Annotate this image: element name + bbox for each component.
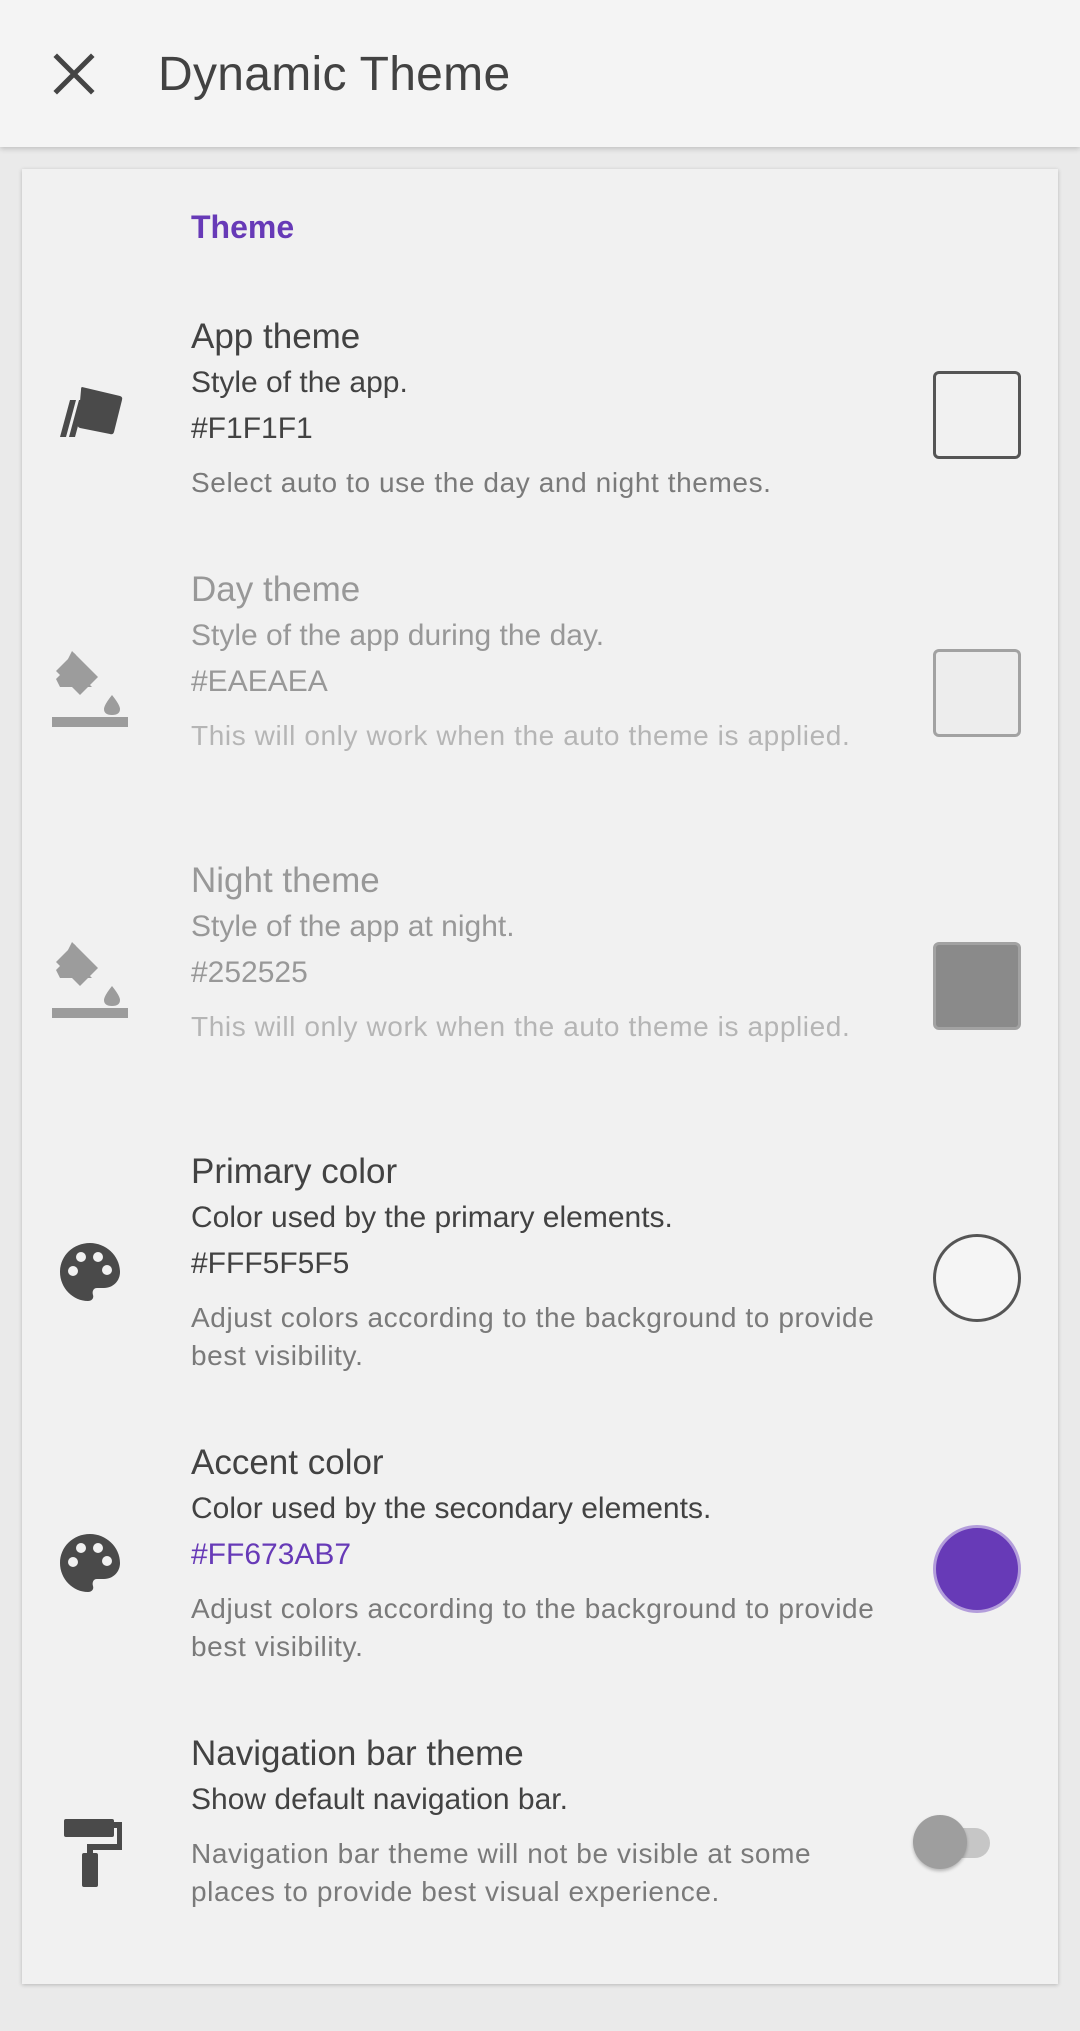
night-theme-title: Night theme bbox=[191, 861, 380, 900]
app-theme-note: Select auto to use the day and night the… bbox=[191, 467, 772, 498]
primary-color-row[interactable]: Primary color Color used by the primary … bbox=[22, 1149, 1058, 1399]
app-bar: Dynamic Theme bbox=[0, 0, 1080, 147]
night-theme-note: This will only work when the auto theme … bbox=[191, 1011, 851, 1042]
palette-icon bbox=[50, 1524, 130, 1604]
close-button[interactable] bbox=[33, 30, 115, 118]
app-theme-value: #F1F1F1 bbox=[191, 412, 313, 445]
navigation-bar-toggle[interactable] bbox=[910, 1813, 1000, 1873]
navigation-bar-theme-title: Navigation bar theme bbox=[191, 1734, 524, 1773]
primary-color-swatch[interactable] bbox=[933, 1234, 1021, 1322]
navigation-bar-theme-row[interactable]: Navigation bar theme Show default naviga… bbox=[22, 1731, 1058, 1981]
paint-bucket-icon bbox=[50, 647, 130, 727]
accent-color-title: Accent color bbox=[191, 1443, 384, 1482]
night-theme-row[interactable]: Night theme Style of the app at night. #… bbox=[22, 858, 1058, 1108]
settings-card: Theme App theme Style of the app. #F1F1F… bbox=[22, 169, 1058, 1984]
day-theme-title: Day theme bbox=[191, 570, 361, 609]
toggle-thumb bbox=[913, 1815, 967, 1869]
day-theme-note: This will only work when the auto theme … bbox=[191, 720, 851, 751]
day-theme-value: #EAEAEA bbox=[191, 665, 328, 698]
primary-color-subtitle: Color used by the primary elements. bbox=[191, 1201, 673, 1234]
paint-bucket-icon bbox=[50, 938, 130, 1018]
day-theme-swatch[interactable] bbox=[933, 649, 1021, 737]
section-title-theme: Theme bbox=[191, 209, 295, 245]
app-theme-row[interactable]: App theme Style of the app. #F1F1F1 Sele… bbox=[22, 314, 1058, 519]
palette-icon bbox=[50, 1233, 130, 1313]
page-title: Dynamic Theme bbox=[158, 48, 511, 101]
primary-color-value: #FFF5F5F5 bbox=[191, 1247, 350, 1280]
app-theme-swatch[interactable] bbox=[933, 371, 1021, 459]
accent-color-note: Adjust colors according to the backgroun… bbox=[191, 1593, 875, 1662]
cards-icon bbox=[50, 374, 130, 454]
primary-color-note: Adjust colors according to the backgroun… bbox=[191, 1302, 875, 1371]
day-theme-row[interactable]: Day theme Style of the app during the da… bbox=[22, 567, 1058, 817]
accent-color-row[interactable]: Accent color Color used by the secondary… bbox=[22, 1440, 1058, 1690]
primary-color-title: Primary color bbox=[191, 1152, 398, 1191]
paint-roller-icon bbox=[50, 1811, 130, 1891]
day-theme-subtitle: Style of the app during the day. bbox=[191, 619, 605, 652]
navigation-bar-theme-subtitle: Show default navigation bar. bbox=[191, 1783, 568, 1816]
night-theme-value: #252525 bbox=[191, 956, 308, 989]
accent-color-swatch[interactable] bbox=[933, 1525, 1021, 1613]
navigation-bar-theme-note: Navigation bar theme will not be visible… bbox=[191, 1838, 812, 1907]
night-theme-swatch[interactable] bbox=[933, 942, 1021, 1030]
accent-color-value: #FF673AB7 bbox=[191, 1538, 352, 1571]
app-theme-subtitle: Style of the app. bbox=[191, 366, 408, 399]
accent-color-subtitle: Color used by the secondary elements. bbox=[191, 1492, 712, 1525]
close-icon bbox=[53, 53, 95, 95]
app-theme-title: App theme bbox=[191, 317, 361, 356]
night-theme-subtitle: Style of the app at night. bbox=[191, 910, 515, 943]
